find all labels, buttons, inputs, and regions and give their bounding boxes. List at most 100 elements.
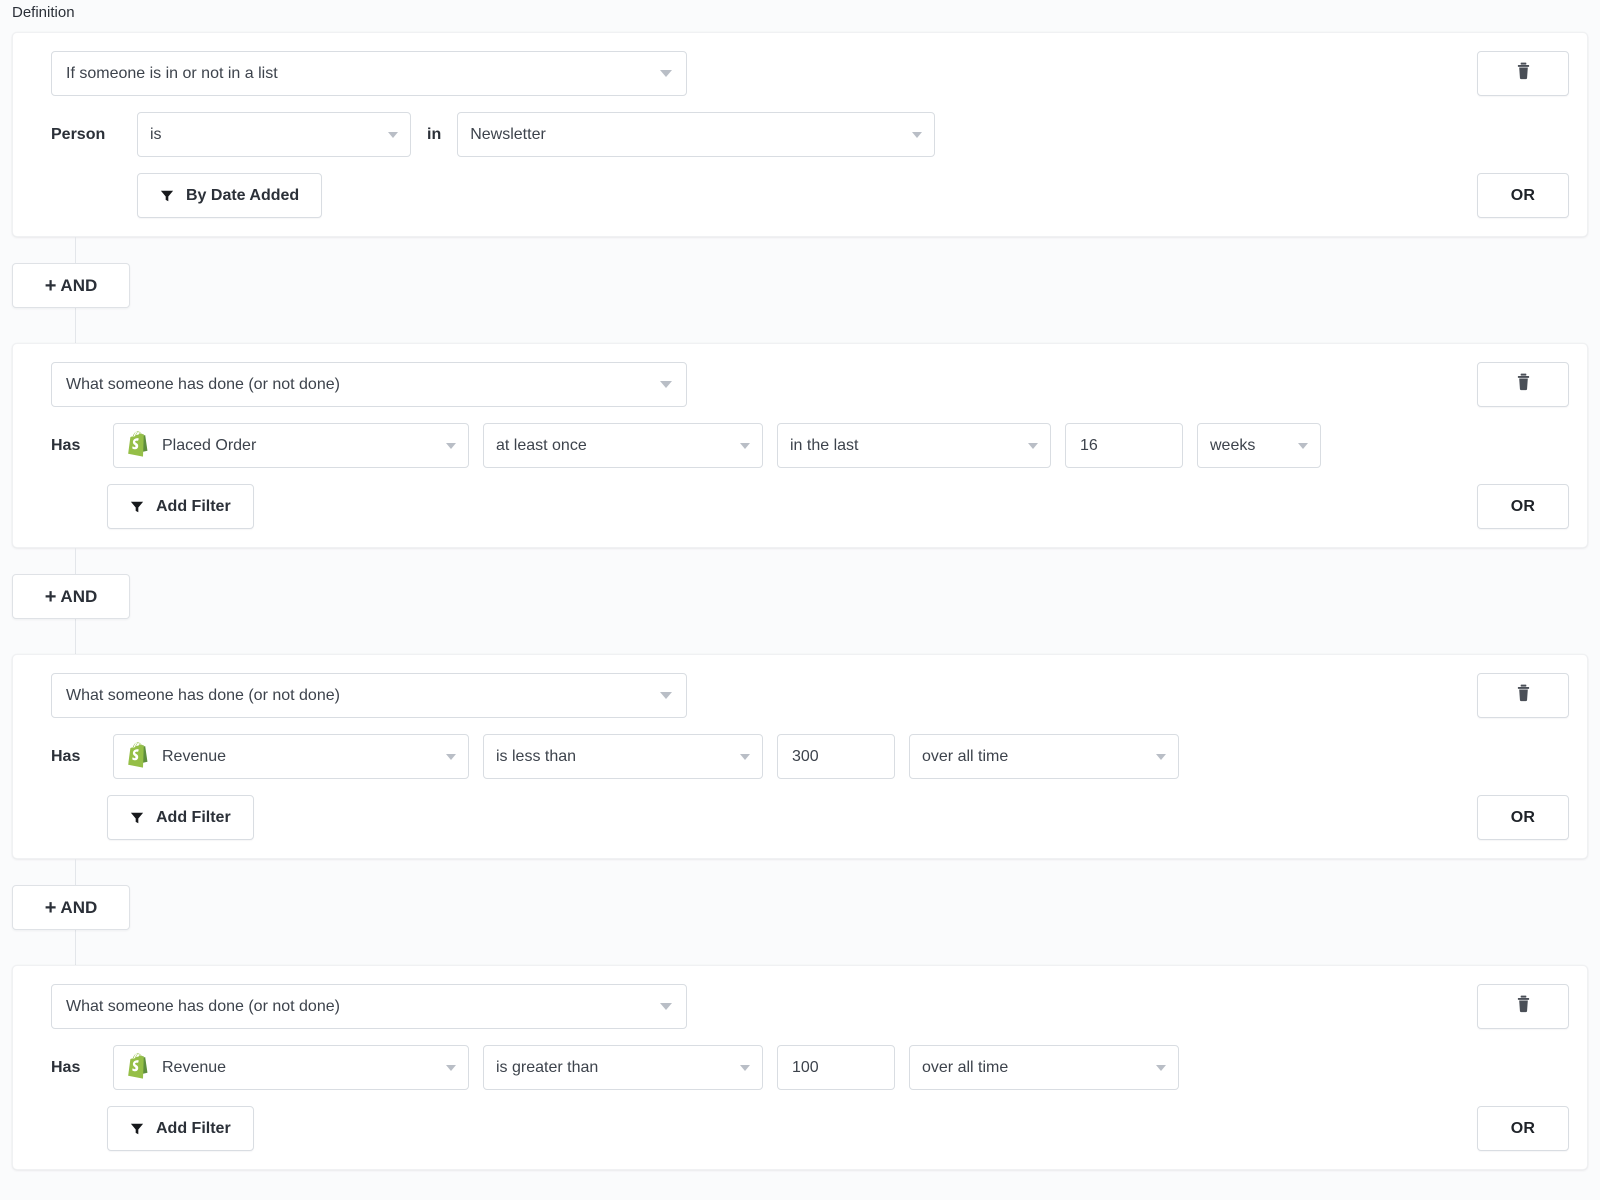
trash-icon bbox=[1516, 995, 1531, 1018]
filter-button-row: By Date Added bbox=[51, 173, 1587, 218]
condition-type-row: What someone has done (or not done) bbox=[51, 362, 1587, 407]
timeframe-select[interactable]: in the last bbox=[777, 423, 1051, 468]
chevron-down-icon bbox=[740, 754, 750, 760]
add-filter-button[interactable]: Add Filter bbox=[107, 484, 254, 529]
delete-condition-button[interactable] bbox=[1477, 984, 1569, 1029]
metric-select[interactable]: Revenue bbox=[113, 734, 469, 779]
metric-value: Revenue bbox=[162, 1059, 438, 1077]
definition-builder: Definition If someone is in or not in a … bbox=[0, 0, 1600, 1200]
chevron-down-icon bbox=[446, 1065, 456, 1071]
operator-value: at least once bbox=[496, 437, 732, 455]
plus-icon: + bbox=[45, 276, 57, 296]
add-filter-label: Add Filter bbox=[156, 498, 231, 516]
add-and-condition-button[interactable]: + AND bbox=[12, 574, 130, 619]
by-date-added-label: By Date Added bbox=[186, 187, 299, 205]
condition-type-row: If someone is in or not in a list bbox=[51, 51, 1587, 96]
chevron-down-icon bbox=[912, 132, 922, 138]
or-button[interactable]: OR bbox=[1477, 173, 1569, 218]
or-label: OR bbox=[1511, 498, 1536, 516]
value-number: 100 bbox=[792, 1059, 819, 1077]
list-membership-operator-select[interactable]: is bbox=[137, 112, 411, 157]
condition-detail-row: Has Placed Order bbox=[51, 423, 1587, 468]
timeframe-value: over all time bbox=[922, 748, 1148, 766]
and-connector-3: + AND bbox=[0, 859, 1600, 965]
chevron-down-icon bbox=[446, 754, 456, 760]
shopify-icon bbox=[126, 742, 152, 771]
timeframe-select[interactable]: over all time bbox=[909, 734, 1179, 779]
condition-group-4: What someone has done (or not done) Has bbox=[0, 965, 1600, 1170]
metric-value: Placed Order bbox=[162, 437, 438, 455]
and-label: AND bbox=[60, 276, 97, 296]
or-button[interactable]: OR bbox=[1477, 795, 1569, 840]
add-filter-button[interactable]: Add Filter bbox=[107, 1106, 254, 1151]
operator-select[interactable]: is less than bbox=[483, 734, 763, 779]
card-actions: OR bbox=[1477, 984, 1569, 1151]
chevron-down-icon bbox=[1298, 443, 1308, 449]
timeframe-select[interactable]: over all time bbox=[909, 1045, 1179, 1090]
and-label: AND bbox=[60, 898, 97, 918]
by-date-added-button[interactable]: By Date Added bbox=[137, 173, 322, 218]
operator-value: is less than bbox=[496, 748, 732, 766]
person-label: Person bbox=[51, 126, 123, 144]
filter-button-row: Add Filter bbox=[51, 484, 1587, 529]
has-label: Has bbox=[51, 748, 99, 766]
trash-icon bbox=[1516, 62, 1531, 85]
chevron-down-icon bbox=[388, 132, 398, 138]
card-actions: OR bbox=[1477, 51, 1569, 218]
condition-group-3: What someone has done (or not done) Has bbox=[0, 654, 1600, 859]
chevron-down-icon bbox=[740, 443, 750, 449]
filter-button-row: Add Filter bbox=[51, 1106, 1587, 1151]
metric-select[interactable]: Revenue bbox=[113, 1045, 469, 1090]
chevron-down-icon bbox=[1156, 1065, 1166, 1071]
chevron-down-icon bbox=[1156, 754, 1166, 760]
card-actions: OR bbox=[1477, 673, 1569, 840]
condition-detail-row: Person is in Newsletter bbox=[51, 112, 1587, 157]
value-number: 300 bbox=[792, 748, 819, 766]
add-filter-button[interactable]: Add Filter bbox=[107, 795, 254, 840]
metric-select[interactable]: Placed Order bbox=[113, 423, 469, 468]
timeframe-amount-input[interactable]: 16 bbox=[1065, 423, 1183, 468]
condition-type-select[interactable]: What someone has done (or not done) bbox=[51, 984, 687, 1029]
operator-value: is greater than bbox=[496, 1059, 732, 1077]
condition-type-select[interactable]: What someone has done (or not done) bbox=[51, 673, 687, 718]
shopify-icon bbox=[126, 431, 152, 460]
value-input[interactable]: 100 bbox=[777, 1045, 895, 1090]
condition-type-select[interactable]: If someone is in or not in a list bbox=[51, 51, 687, 96]
chevron-down-icon bbox=[660, 692, 672, 699]
trash-icon bbox=[1516, 684, 1531, 707]
or-button[interactable]: OR bbox=[1477, 484, 1569, 529]
condition-detail-row: Has Revenue is less tha bbox=[51, 734, 1587, 779]
condition-card: What someone has done (or not done) Has bbox=[12, 965, 1588, 1170]
plus-icon: + bbox=[45, 898, 57, 918]
delete-condition-button[interactable] bbox=[1477, 673, 1569, 718]
add-and-condition-button[interactable]: + AND bbox=[12, 885, 130, 930]
list-membership-operator-value: is bbox=[150, 126, 380, 144]
value-input[interactable]: 300 bbox=[777, 734, 895, 779]
timeframe-value: in the last bbox=[790, 437, 1020, 455]
page-title: Definition bbox=[0, 0, 1600, 32]
operator-select[interactable]: is greater than bbox=[483, 1045, 763, 1090]
metric-value: Revenue bbox=[162, 748, 438, 766]
filter-funnel-icon bbox=[130, 1122, 144, 1136]
has-label: Has bbox=[51, 437, 99, 455]
condition-group-2: What someone has done (or not done) Has bbox=[0, 343, 1600, 548]
list-value: Newsletter bbox=[470, 126, 904, 144]
condition-type-value: What someone has done (or not done) bbox=[66, 998, 652, 1016]
and-connector-1: + AND bbox=[0, 237, 1600, 343]
timeframe-unit-value: weeks bbox=[1210, 437, 1290, 455]
add-filter-label: Add Filter bbox=[156, 1120, 231, 1138]
condition-type-select[interactable]: What someone has done (or not done) bbox=[51, 362, 687, 407]
operator-select[interactable]: at least once bbox=[483, 423, 763, 468]
card-actions: OR bbox=[1477, 362, 1569, 529]
or-button[interactable]: OR bbox=[1477, 1106, 1569, 1151]
add-and-condition-button[interactable]: + AND bbox=[12, 263, 130, 308]
or-label: OR bbox=[1511, 809, 1536, 827]
list-select[interactable]: Newsletter bbox=[457, 112, 935, 157]
delete-condition-button[interactable] bbox=[1477, 51, 1569, 96]
chevron-down-icon bbox=[660, 70, 672, 77]
delete-condition-button[interactable] bbox=[1477, 362, 1569, 407]
condition-type-value: If someone is in or not in a list bbox=[66, 65, 652, 83]
timeframe-unit-select[interactable]: weeks bbox=[1197, 423, 1321, 468]
plus-icon: + bbox=[45, 587, 57, 607]
filter-funnel-icon bbox=[130, 811, 144, 825]
